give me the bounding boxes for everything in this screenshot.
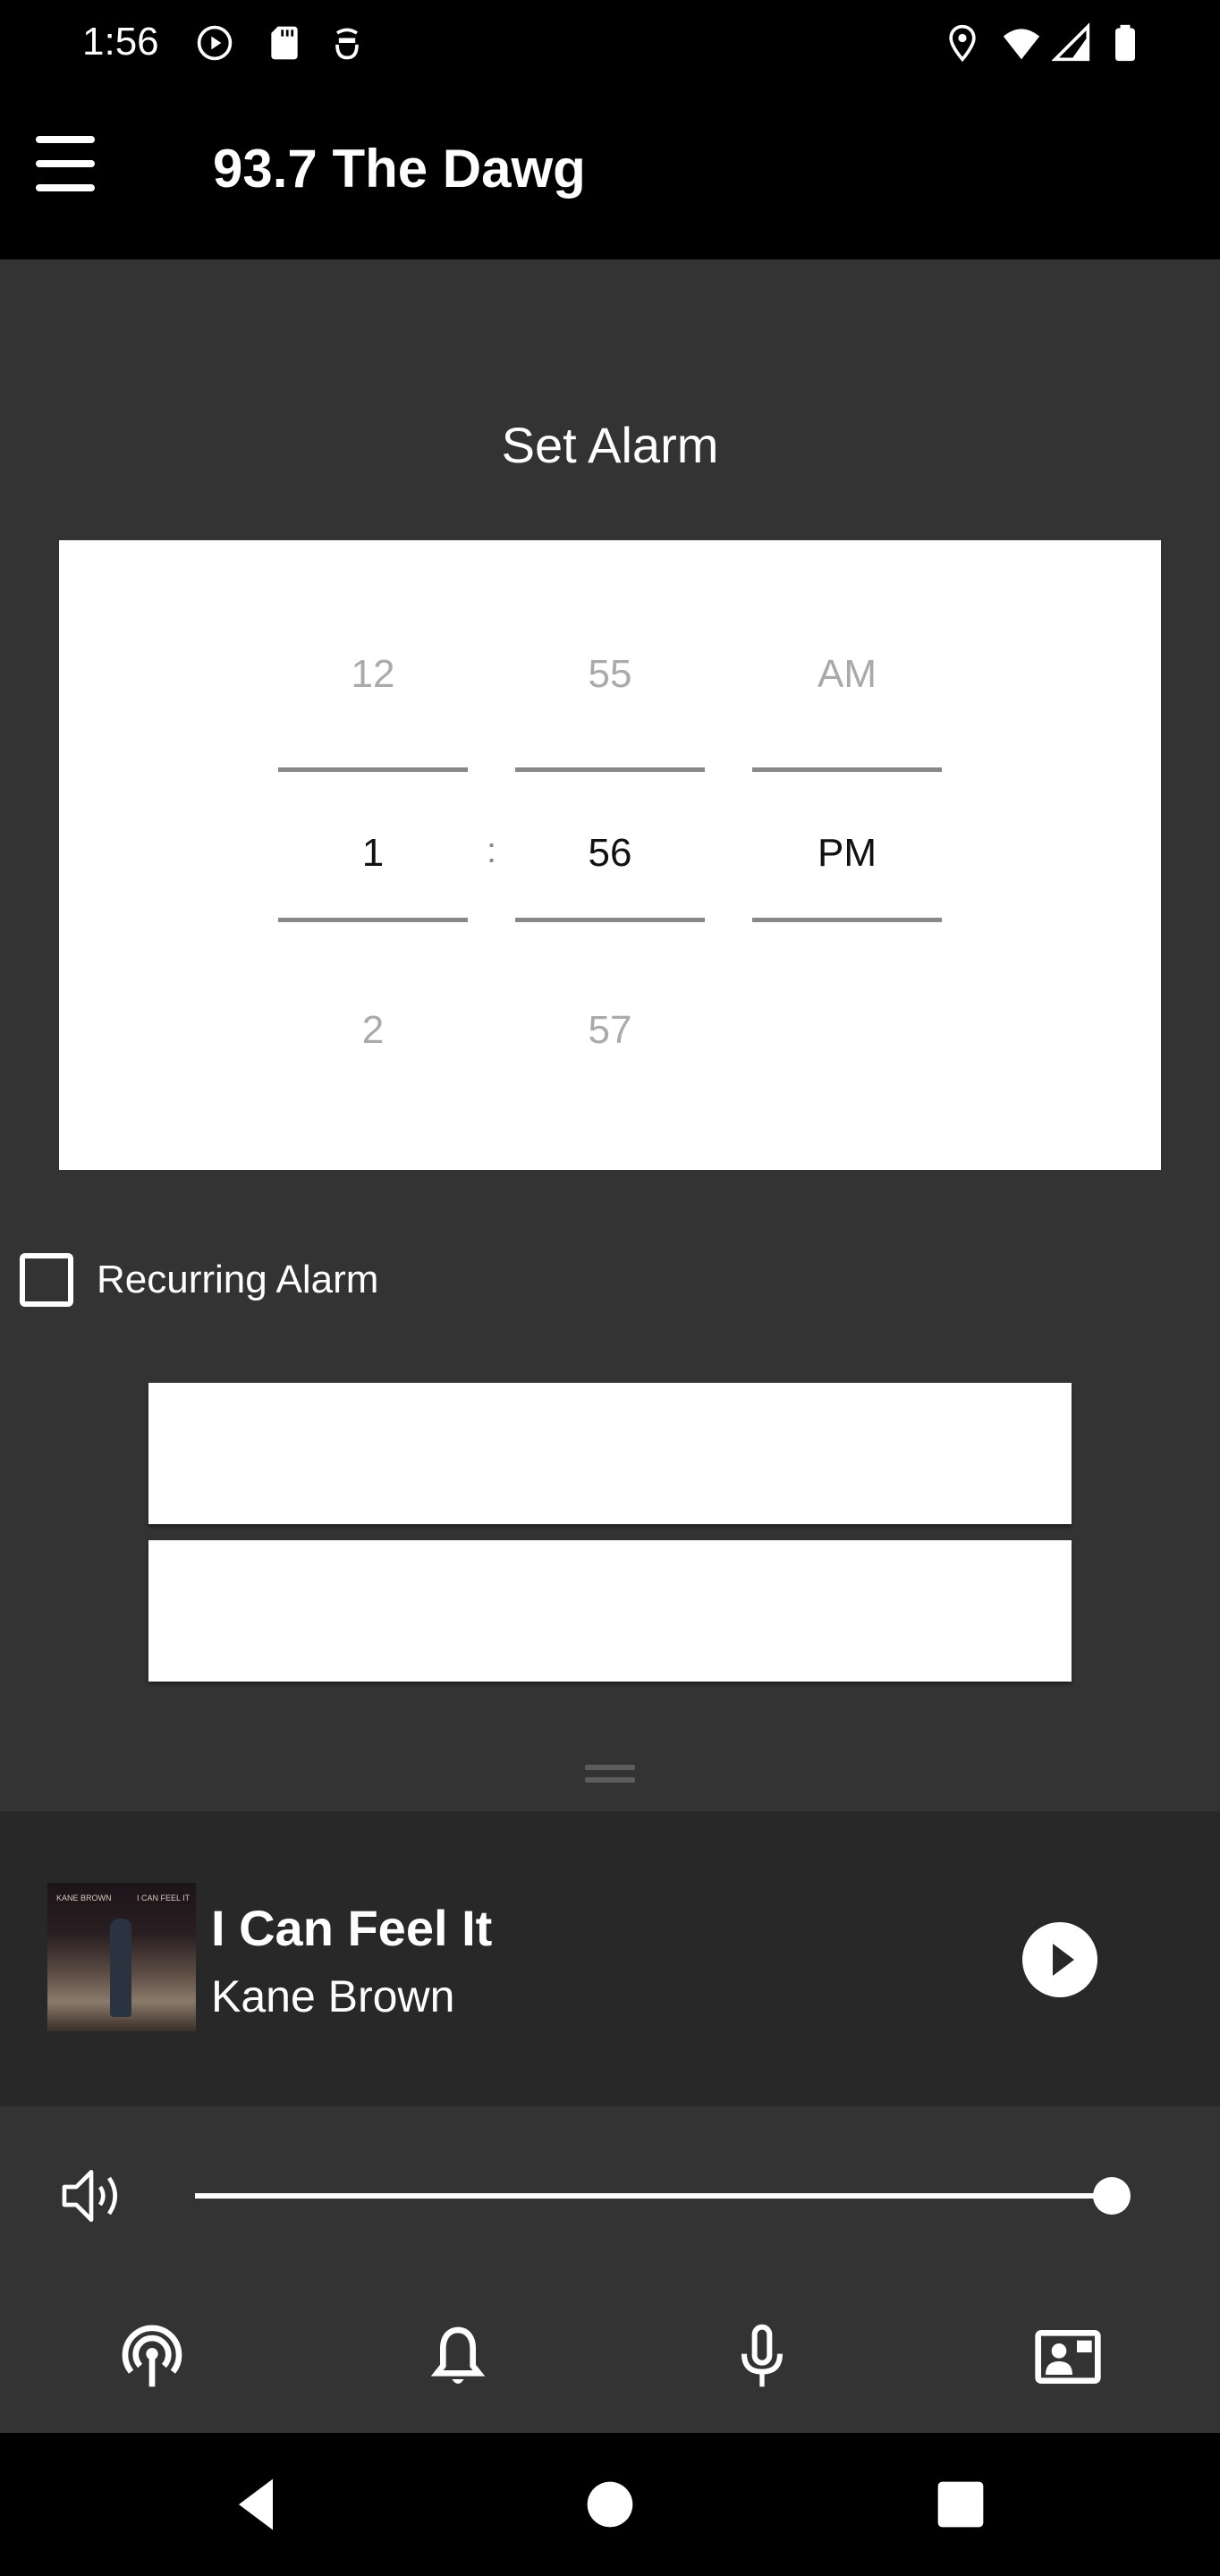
period-divider-bottom: [752, 918, 942, 922]
hour-divider-bottom: [278, 918, 468, 922]
app-title: 93.7 The Dawg: [213, 139, 586, 199]
time-separator: :: [487, 831, 497, 870]
play-icon[interactable]: [1022, 1922, 1097, 1997]
checkbox-unchecked[interactable]: [20, 1253, 73, 1307]
album-art: KANE BROWN I CAN FEEL IT: [47, 1883, 196, 2031]
minute-divider-top: [515, 767, 705, 772]
status-bar: 1:56: [0, 0, 1220, 86]
volume-row: [0, 2106, 1220, 2267]
hamburger-menu-icon[interactable]: [34, 132, 97, 195]
album-art-title-text: I CAN FEEL IT: [137, 1894, 191, 1902]
volume-slider-thumb[interactable]: [1093, 2177, 1131, 2215]
status-time: 1:56: [82, 20, 159, 64]
alarm-action-button-1[interactable]: [148, 1383, 1072, 1524]
minute-selected[interactable]: 56: [515, 831, 705, 876]
alarm-action-button-2[interactable]: [148, 1540, 1072, 1682]
hour-divider-top: [278, 767, 468, 772]
volume-icon[interactable]: [55, 2160, 127, 2232]
volume-slider-track[interactable]: [195, 2193, 1113, 2199]
tab-alarm[interactable]: [413, 2312, 503, 2402]
hour-selected[interactable]: 1: [278, 831, 468, 876]
wifi-icon: [1003, 29, 1040, 60]
app-bar: 93.7 The Dawg: [0, 86, 1220, 259]
period-selected[interactable]: PM: [752, 831, 942, 876]
bottom-tab-bar: [0, 2267, 1220, 2433]
tab-contact[interactable]: [1023, 2312, 1113, 2402]
home-icon[interactable]: [576, 2470, 644, 2538]
drag-handle[interactable]: [585, 1765, 635, 1790]
hour-prev[interactable]: 12: [278, 652, 468, 697]
minute-prev[interactable]: 55: [515, 652, 705, 697]
signal-icon: [1052, 22, 1090, 62]
album-art-figure: [110, 1919, 131, 2017]
battery-icon: [1115, 24, 1135, 62]
hour-next[interactable]: 2: [278, 1008, 468, 1053]
track-title: I Can Feel It: [211, 1900, 493, 1956]
location-icon: [949, 24, 976, 63]
track-artist: Kane Brown: [211, 1971, 455, 2021]
now-playing-bar[interactable]: KANE BROWN I CAN FEEL IT I Can Feel It K…: [0, 1811, 1220, 2106]
play-circle-icon: [197, 25, 233, 61]
tab-voice[interactable]: [717, 2312, 807, 2402]
page-title: Set Alarm: [501, 417, 719, 473]
accessibility-icon: [335, 28, 359, 60]
tab-live[interactable]: [107, 2312, 197, 2402]
album-art-artist-text: KANE BROWN: [56, 1894, 112, 1902]
system-nav-bar: [0, 2433, 1220, 2576]
time-picker: 12 1 2 : 55 56 57 AM PM: [59, 540, 1161, 1170]
bell-icon: [430, 2326, 486, 2384]
alarm-content: Set Alarm 12 1 2 : 55 56 57 AM PM Recurr…: [0, 259, 1220, 1811]
recurring-alarm-label: Recurring Alarm: [97, 1258, 379, 1301]
period-divider-top: [752, 767, 942, 772]
back-icon[interactable]: [222, 2470, 290, 2538]
recurring-alarm-checkbox[interactable]: Recurring Alarm: [20, 1249, 378, 1311]
podcast-antenna-icon: [122, 2325, 182, 2387]
microphone-icon: [741, 2324, 783, 2387]
sd-card-icon: [271, 26, 298, 60]
contact-card-icon: [1035, 2330, 1101, 2384]
minute-divider-bottom: [515, 918, 705, 922]
minute-next[interactable]: 57: [515, 1008, 705, 1053]
recents-icon[interactable]: [927, 2470, 995, 2538]
period-prev[interactable]: AM: [752, 652, 942, 697]
